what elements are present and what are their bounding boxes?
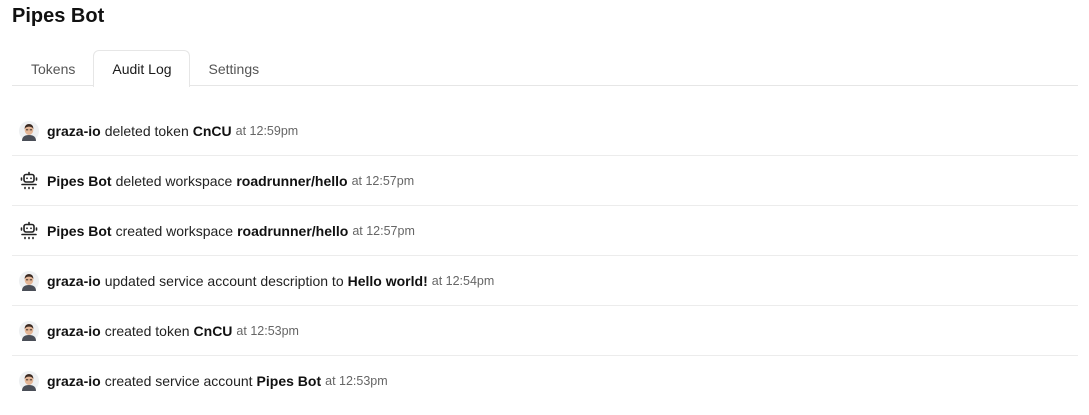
audit-log-entry: Pipes Bot deleted workspace roadrunner/h…: [12, 156, 1078, 206]
log-timestamp: at 12:57pm: [351, 173, 415, 188]
log-action: created workspace: [115, 222, 234, 239]
robot-icon: [19, 171, 39, 191]
log-action: created service account: [104, 373, 253, 389]
log-timestamp: at 12:53pm: [236, 323, 299, 338]
log-actor[interactable]: graza-io: [47, 322, 101, 340]
audit-log-entry: Pipes Bot created workspace roadrunner/h…: [12, 206, 1078, 256]
user-avatar-icon: [19, 371, 39, 391]
log-object[interactable]: roadrunner/hello: [237, 222, 348, 240]
tab-tokens[interactable]: Tokens: [12, 50, 93, 87]
robot-icon: [19, 221, 39, 241]
audit-log-entry: graza-io deleted token CnCU at 12:59pm: [12, 106, 1078, 156]
log-actor[interactable]: Pipes Bot: [47, 222, 112, 240]
user-avatar-icon: [19, 270, 39, 291]
log-timestamp: at 12:54pm: [431, 273, 495, 288]
log-object: Hello world!: [347, 272, 428, 289]
audit-log-list: graza-io deleted token CnCU at 12:59pm P…: [12, 106, 1078, 406]
tab-settings[interactable]: Settings: [190, 50, 278, 87]
log-timestamp: at 12:57pm: [352, 223, 415, 238]
log-object[interactable]: CnCU: [193, 122, 232, 140]
page-title: Pipes Bot: [12, 5, 105, 27]
log-action: deleted token: [104, 122, 189, 139]
audit-log-entry: graza-io created service account Pipes B…: [12, 356, 1078, 406]
log-actor[interactable]: graza-io: [47, 372, 101, 390]
log-timestamp: at 12:53pm: [325, 374, 388, 388]
user-avatar-icon: [19, 120, 39, 141]
log-object[interactable]: roadrunner/hello: [236, 172, 347, 190]
log-timestamp: at 12:59pm: [235, 123, 299, 138]
tab-audit-log[interactable]: Audit Log: [93, 50, 190, 87]
log-object[interactable]: Pipes Bot: [257, 372, 322, 390]
tab-bar: Tokens Audit Log Settings: [12, 50, 1078, 87]
log-action: created token: [104, 322, 190, 339]
log-action: deleted workspace: [115, 172, 233, 189]
audit-log-entry: graza-io created token CnCU at 12:53pm: [12, 306, 1078, 356]
log-action: updated service account description to: [104, 272, 344, 289]
user-avatar-icon: [19, 320, 39, 341]
log-object[interactable]: CnCU: [194, 322, 233, 340]
audit-log-entry: graza-io updated service account descrip…: [12, 256, 1078, 306]
log-actor[interactable]: Pipes Bot: [47, 172, 112, 190]
log-actor[interactable]: graza-io: [47, 122, 101, 140]
log-actor[interactable]: graza-io: [47, 272, 101, 290]
